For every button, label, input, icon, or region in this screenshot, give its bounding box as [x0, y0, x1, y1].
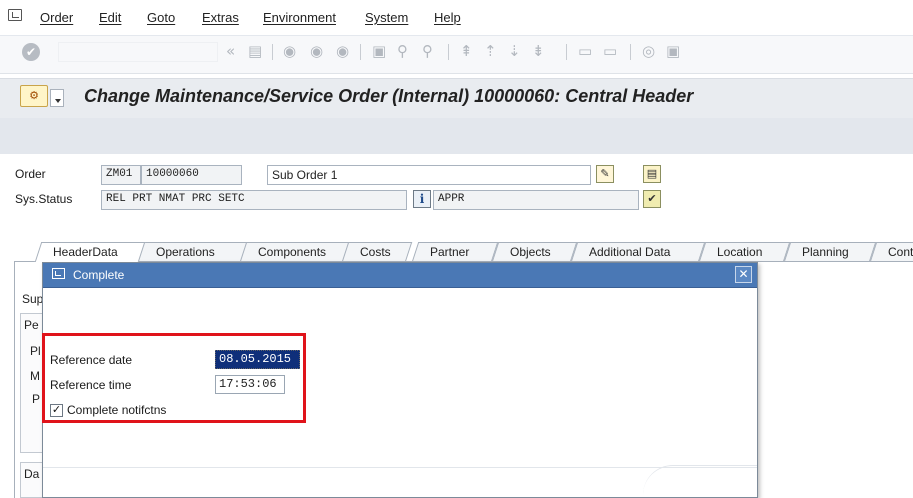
user-status-field: APPR [433, 190, 639, 210]
order-type-field: ZM01 [101, 165, 141, 185]
menu-goto[interactable]: Goto [147, 10, 175, 25]
order-label: Order [15, 167, 46, 181]
behind-label: Pe [24, 318, 39, 332]
long-text-icon[interactable]: ✎ [596, 165, 614, 183]
close-icon[interactable]: ✕ [735, 266, 752, 283]
tab-components[interactable]: Components [239, 242, 350, 262]
toolbar-separator [272, 44, 273, 60]
tab-headerdata[interactable]: HeaderData [34, 242, 146, 262]
shortcut-icon[interactable]: ▭ [603, 42, 617, 60]
application-toolbar [0, 118, 913, 154]
toolbar-separator [448, 44, 449, 60]
first-page-icon[interactable]: ⇞ [460, 42, 473, 60]
reference-time-label: Reference time [50, 378, 132, 392]
complete-notifications-checkbox[interactable]: ✓ [50, 404, 63, 417]
tab-objects[interactable]: Objects [491, 242, 578, 262]
behind-label: Da [24, 467, 40, 481]
page-title: Change Maintenance/Service Order (Intern… [84, 86, 694, 106]
tab-planning[interactable]: Planning [783, 242, 877, 262]
new-session-icon[interactable]: ▭ [578, 42, 592, 60]
title-dropdown-icon[interactable] [50, 89, 64, 107]
system-status-field: REL PRT NMAT PRC SETC [101, 190, 407, 210]
save-icon[interactable]: ▤ [248, 42, 262, 60]
print-icon[interactable]: ▣ [372, 42, 386, 60]
behind-label: M [30, 369, 40, 383]
window-menu-icon[interactable] [8, 9, 22, 21]
back-nav-icon[interactable]: ◉ [283, 42, 296, 60]
menu-extras[interactable]: Extras [202, 10, 239, 25]
dialog-title-bar: Complete ✕ [43, 263, 757, 288]
tab-partner[interactable]: Partner [411, 242, 499, 262]
menu-order[interactable]: Order [40, 10, 73, 25]
menu-environment[interactable]: Environment [263, 10, 336, 25]
reference-date-field[interactable]: 08.05.2015 [215, 350, 300, 369]
reference-time-field[interactable]: 17:53:06 [215, 375, 285, 394]
back-icon[interactable]: « [226, 42, 235, 60]
next-page-icon[interactable]: ⇣ [508, 42, 521, 60]
command-field[interactable] [58, 42, 218, 62]
find-icon[interactable]: ⚲ [397, 42, 408, 60]
behind-label: Pl [30, 344, 41, 358]
tab-operations[interactable]: Operations [137, 242, 248, 262]
order-number-field: 10000060 [141, 165, 242, 185]
reference-date-label: Reference date [50, 353, 133, 367]
behind-group-box [20, 313, 44, 453]
status-info-icon[interactable]: i [413, 190, 431, 208]
last-page-icon[interactable]: ⇟ [532, 42, 545, 60]
sys-status-label: Sys.Status [15, 192, 73, 206]
check-status-icon[interactable]: ✔ [643, 190, 661, 208]
prev-page-icon[interactable]: ⇡ [484, 42, 497, 60]
tab-costs[interactable]: Costs [341, 242, 413, 262]
menu-help[interactable]: Help [434, 10, 461, 25]
order-description-field[interactable]: Sub Order 1 [267, 165, 591, 185]
layout-icon[interactable]: ▣ [666, 42, 680, 60]
create-object-icon[interactable]: ▤ [643, 165, 661, 183]
help-icon[interactable]: ◎ [642, 42, 655, 60]
cancel-icon[interactable]: ◉ [336, 42, 349, 60]
tab-location[interactable]: Location [698, 242, 791, 262]
complete-notifications-label: Complete notifctns [67, 403, 167, 417]
toolbar-separator [566, 44, 567, 60]
exit-icon[interactable]: ◉ [310, 42, 323, 60]
menu-edit[interactable]: Edit [99, 10, 121, 25]
toolbar-separator [630, 44, 631, 60]
divider [43, 467, 757, 468]
behind-label: Sup [22, 292, 44, 306]
dialog-title: Complete [73, 268, 125, 282]
menu-bar: Order Edit Goto Extras Environment Syste… [0, 0, 913, 36]
find-next-icon[interactable]: ⚲ [422, 42, 433, 60]
order-object-icon[interactable]: ⚙ [20, 85, 48, 107]
toolbar-separator [360, 44, 361, 60]
tab-control[interactable]: Contr [869, 242, 913, 262]
divider [643, 465, 757, 495]
enter-icon[interactable]: ✔ [22, 43, 40, 61]
behind-label: P [32, 392, 41, 406]
menu-system[interactable]: System [365, 10, 408, 25]
tab-additional-data[interactable]: Additional Data [570, 242, 706, 262]
dialog-menu-icon[interactable] [52, 268, 65, 279]
